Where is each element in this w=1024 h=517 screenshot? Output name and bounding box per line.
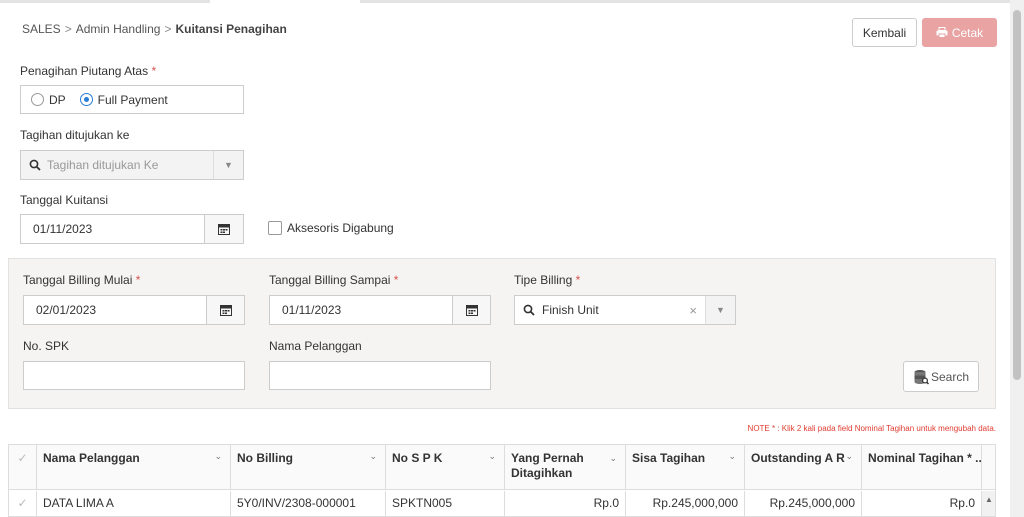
radio-full-payment[interactable]: Full Payment <box>79 92 168 107</box>
chevron-down-icon[interactable]: ⌄ <box>728 451 736 462</box>
spk-no-input[interactable] <box>23 361 245 390</box>
search-icon <box>29 159 41 171</box>
chevron-down-icon[interactable]: ⌄ <box>488 451 496 462</box>
column-header-remaining[interactable]: Sisa Tagihan ⌄ <box>626 445 745 490</box>
select-all-checkbox[interactable]: ✓ <box>9 445 37 490</box>
accessories-label: Aksesoris Digabung <box>287 221 394 235</box>
breadcrumb-separator: > <box>164 22 172 36</box>
radio-dp-circle[interactable] <box>31 93 44 106</box>
accessories-checkbox[interactable] <box>268 221 282 235</box>
customer-name-input[interactable] <box>269 361 491 390</box>
radio-dp[interactable]: DP <box>31 93 66 107</box>
cell-outstanding[interactable]: Rp.245,000,000 <box>745 491 862 516</box>
billing-table: ✓ Nama Pelanggan ⌄ No Billing ⌄ No S P K ⌄ … <box>8 444 996 517</box>
billing-type-select[interactable]: Finish Unit × ▼ <box>514 295 736 325</box>
column-header-outstanding[interactable]: Outstanding A R ⌄ <box>745 445 862 490</box>
cell-spk-no[interactable]: SPKTN005 <box>386 491 505 516</box>
billing-type-value: Finish Unit <box>542 303 599 317</box>
chevron-down-icon[interactable]: ⌄ <box>214 451 222 462</box>
receipt-date-input[interactable]: 01/11/2023 <box>20 214 205 244</box>
top-tab-strip <box>0 0 1024 3</box>
payment-type-label: Penagihan Piutang Atas * <box>20 64 157 78</box>
database-search-icon <box>914 369 929 385</box>
spk-no-label: No. SPK <box>23 339 70 353</box>
chevron-down-icon[interactable]: ⌄ <box>369 451 377 462</box>
customer-name-label: Nama Pelanggan <box>269 339 362 353</box>
page-scrollbar[interactable] <box>1010 0 1024 517</box>
table-scroll-up-icon[interactable]: ▲ <box>982 491 995 516</box>
search-button[interactable]: Search <box>903 361 979 392</box>
search-label: Search <box>930 369 970 384</box>
radio-dp-label: DP <box>49 92 66 107</box>
print-button[interactable]: Cetak <box>922 18 997 47</box>
billing-start-label: Tanggal Billing Mulai * <box>23 273 141 287</box>
breadcrumb-separator: > <box>64 22 72 36</box>
calendar-icon <box>219 305 232 316</box>
billing-end-input[interactable]: 01/11/2023 <box>269 295 453 325</box>
chevron-down-icon[interactable]: ⌄ <box>845 451 853 462</box>
breadcrumb-current: Kuitansi Penagihan <box>175 22 287 36</box>
billing-start-input[interactable]: 02/01/2023 <box>23 295 207 325</box>
payment-type-radio-group: DP Full Payment <box>20 85 244 114</box>
receipt-date-label: Tanggal Kuitansi <box>20 193 109 207</box>
print-label: Cetak <box>951 25 984 40</box>
receipt-date-calendar-button[interactable] <box>204 214 244 244</box>
breadcrumb-admin-handling[interactable]: Admin Handling <box>76 22 161 36</box>
cell-remaining[interactable]: Rp.245,000,000 <box>626 491 745 516</box>
radio-full-payment-circle[interactable] <box>79 93 93 106</box>
billed-to-placeholder: Tagihan ditujukan Ke <box>47 158 159 172</box>
column-header-spk-no[interactable]: No S P K ⌄ <box>386 445 505 490</box>
chevron-down-icon[interactable]: ▼ <box>705 296 735 324</box>
search-icon <box>523 304 535 316</box>
billing-start-calendar-button[interactable] <box>206 295 245 325</box>
back-button[interactable]: Kembali <box>852 18 917 47</box>
active-tab[interactable] <box>210 0 360 3</box>
calendar-icon <box>218 224 230 235</box>
clear-icon[interactable]: × <box>689 303 697 318</box>
chevron-down-icon[interactable]: ▼ <box>213 151 243 179</box>
breadcrumb-sales[interactable]: SALES <box>22 22 61 36</box>
breadcrumb: SALES > Admin Handling > Kuitansi Penagihan <box>22 22 287 36</box>
scrollbar-thumb[interactable] <box>1013 10 1021 380</box>
column-header-billed[interactable]: Yang Pernah Ditagihkan ⌄ <box>505 445 626 490</box>
cell-customer[interactable]: DATA LIMA A <box>37 491 231 516</box>
billed-to-label: Tagihan ditujukan ke <box>20 128 130 142</box>
radio-full-payment-label: Full Payment <box>97 92 168 107</box>
billing-type-label: Tipe Billing * <box>514 273 581 287</box>
chevron-down-icon[interactable]: ⌄ <box>609 451 617 466</box>
billed-to-select[interactable]: Tagihan ditujukan Ke ▼ <box>20 150 244 180</box>
column-header-nominal[interactable]: Nominal Tagihan * ... <box>862 445 982 490</box>
cell-billing-no[interactable]: 5Y0/INV/2308-000001 <box>231 491 386 516</box>
row-checkbox[interactable]: ✓ <box>9 491 37 516</box>
billing-end-calendar-button[interactable] <box>452 295 491 325</box>
calendar-icon <box>465 305 478 316</box>
cell-nominal[interactable]: Rp.0 <box>862 491 982 516</box>
print-icon <box>936 27 948 38</box>
cell-billed[interactable]: Rp.0 <box>505 491 626 516</box>
note-text: NOTE * : Klik 2 kali pada field Nominal … <box>747 424 996 433</box>
billing-end-label: Tanggal Billing Sampai * <box>269 273 399 287</box>
column-header-billing-no[interactable]: No Billing ⌄ <box>231 445 386 490</box>
table-header-spacer <box>982 445 995 490</box>
column-header-customer[interactable]: Nama Pelanggan ⌄ <box>37 445 231 490</box>
